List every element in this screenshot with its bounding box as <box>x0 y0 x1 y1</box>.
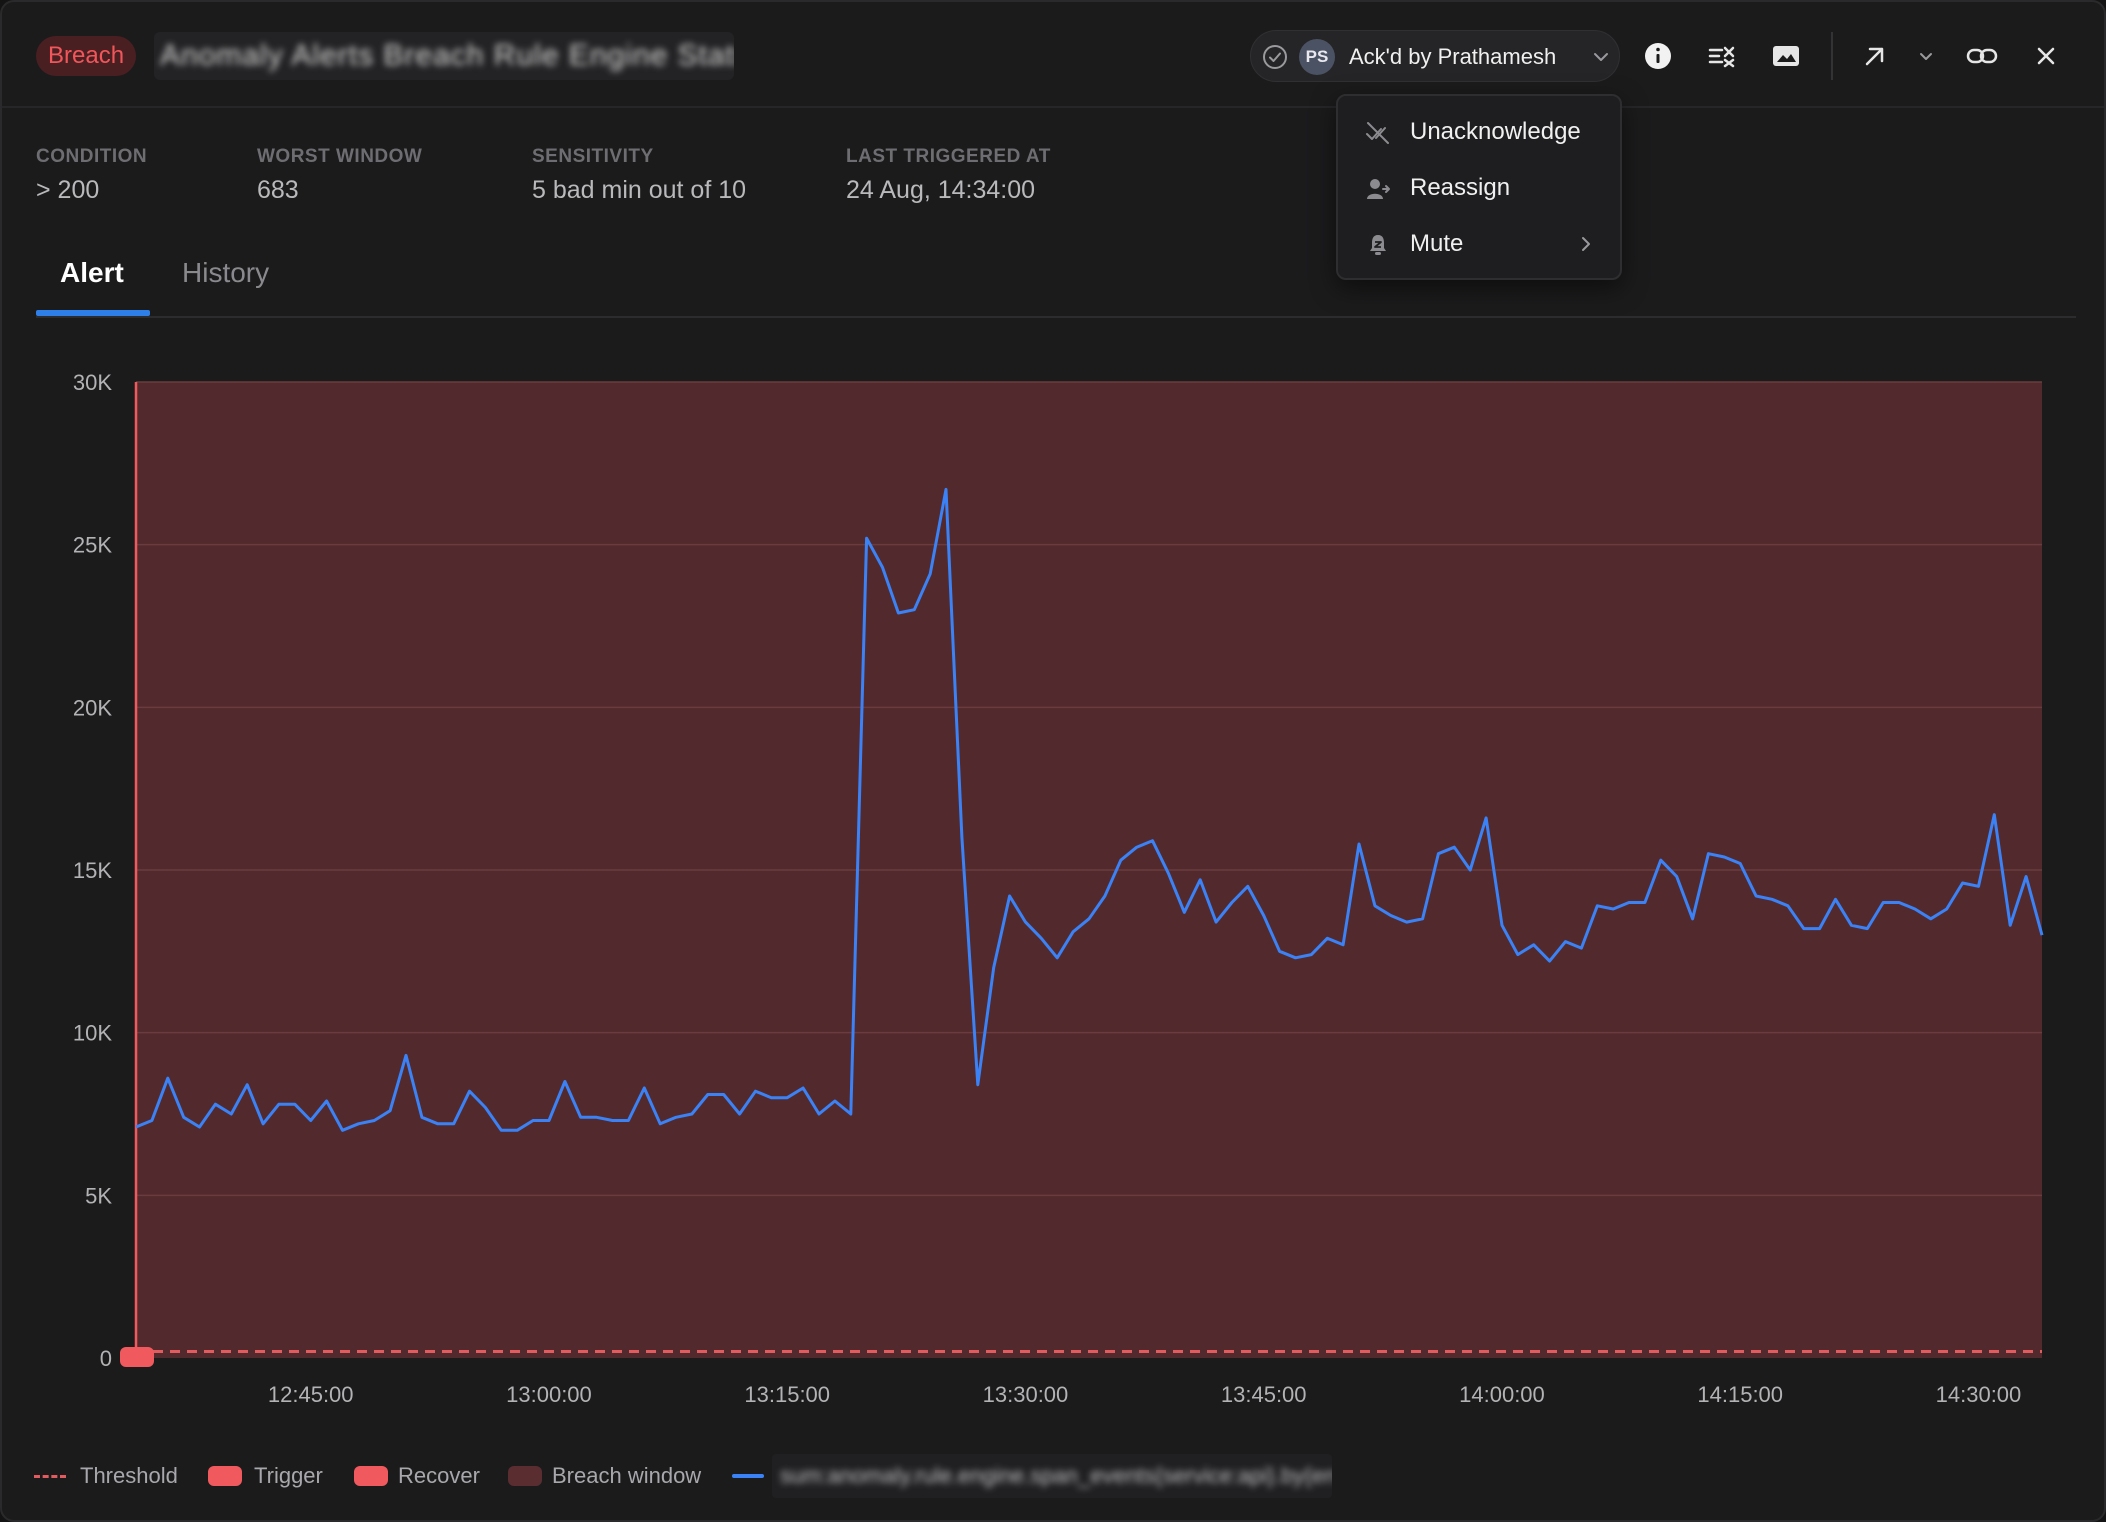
y-tick-label: 15K <box>73 858 112 883</box>
stat-worst-window: WORST WINDOW 683 <box>257 146 422 205</box>
alert-title-text: Anomaly Alerts Breach Rule Engine Status <box>160 39 734 72</box>
legend-label: Trigger <box>254 1463 323 1488</box>
alert-title: Anomaly Alerts Breach Rule Engine Status <box>154 32 734 80</box>
bell-mute-icon <box>1370 235 1386 255</box>
y-tick-label: 20K <box>73 695 112 720</box>
tab-alert[interactable]: Alert <box>60 250 124 318</box>
chevron-right-icon <box>1582 237 1590 251</box>
x-tick-label: 13:30:00 <box>983 1382 1069 1402</box>
checklist-icon <box>1708 46 1735 68</box>
stat-sensitivity: SENSITIVITY 5 bad min out of 10 <box>532 146 746 205</box>
stat-label: LAST TRIGGERED AT <box>846 146 1051 167</box>
menu-item-reassign[interactable]: Reassign <box>1338 162 1620 214</box>
y-tick-label: 10K <box>73 1021 112 1046</box>
check-circle-icon <box>1263 45 1287 69</box>
x-tick-label: 13:45:00 <box>1221 1382 1307 1402</box>
info-button[interactable] <box>1638 36 1678 76</box>
menu-item-label: Mute <box>1410 230 1464 257</box>
unacknowledge-icon <box>1366 122 1389 144</box>
reassign-icon <box>1367 179 1390 199</box>
ack-status-button[interactable]: PS Ack'd by Prathamesh <box>1250 30 1620 82</box>
x-tick-label: 13:00:00 <box>506 1382 592 1402</box>
legend-label: Breach window <box>552 1463 702 1488</box>
menu-item-label: Unacknowledge <box>1410 118 1581 145</box>
copy-link-button[interactable] <box>1962 36 2002 76</box>
trigger-marker <box>120 1347 154 1367</box>
chevron-down-icon <box>1594 53 1608 61</box>
stat-value: 5 bad min out of 10 <box>532 176 747 204</box>
tab-history[interactable]: History <box>182 250 269 318</box>
x-tick-label: 13:15:00 <box>744 1382 830 1402</box>
stat-value: 683 <box>257 176 299 204</box>
threshold-dash-swatch <box>34 1475 66 1478</box>
trigger-swatch <box>208 1466 242 1486</box>
screenshot-button[interactable] <box>1766 36 1806 76</box>
tab-bar: Alert History <box>36 250 2076 318</box>
arrow-up-right-icon <box>1865 47 1884 66</box>
stat-value: > 200 <box>36 176 100 204</box>
menu-item-mute[interactable]: Mute <box>1338 218 1620 270</box>
ack-label: Ack'd by Prathamesh <box>1349 44 1557 69</box>
chart-legend: Threshold Trigger Recover Breach window … <box>34 1454 1334 1498</box>
open-external-button[interactable] <box>1855 36 1895 76</box>
status-badge: Breach <box>36 36 137 76</box>
ack-menu: Unacknowledge Reassign Mute <box>1336 94 1622 280</box>
y-tick-label: 25K <box>73 533 112 558</box>
close-button[interactable] <box>2026 36 2066 76</box>
info-icon <box>1645 43 1671 69</box>
avatar: PS <box>1299 39 1335 75</box>
panel-header: Breach Anomaly Alerts Breach Rule Engine… <box>2 2 2104 108</box>
stat-label: WORST WINDOW <box>257 146 423 167</box>
chart-canvas: 0 5K 10K 15K 20K 25K 30K 12:45:00 13:00:00 13:15:… <box>73 370 2044 1402</box>
x-tick-label: 14:15:00 <box>1697 1382 1783 1402</box>
menu-item-unacknowledge[interactable]: Unacknowledge <box>1338 106 1620 158</box>
legend-label: Recover <box>398 1463 480 1488</box>
active-tab-indicator <box>36 310 150 316</box>
breach-window-swatch <box>508 1466 542 1486</box>
legend-series-text: sum:anomaly.rule.engine.span_events{serv… <box>780 1463 1332 1488</box>
y-tick-label: 30K <box>73 370 112 395</box>
legend-label: Threshold <box>80 1463 178 1488</box>
x-tick-label: 14:30:00 <box>1936 1382 2022 1402</box>
stat-condition: CONDITION > 200 <box>36 146 147 205</box>
series-line-swatch <box>732 1474 764 1478</box>
checklist-button[interactable] <box>1702 36 1742 76</box>
close-icon <box>2037 47 2055 65</box>
x-tick-label: 12:45:00 <box>268 1382 354 1402</box>
image-icon <box>1773 46 1799 66</box>
link-icon <box>1966 48 1998 64</box>
y-tick-label: 0 <box>100 1346 112 1371</box>
stat-value: 24 Aug, 14:34:00 <box>846 176 1036 204</box>
stat-last-triggered: LAST TRIGGERED AT 24 Aug, 14:34:00 <box>846 146 1051 205</box>
menu-item-label: Reassign <box>1410 174 1511 201</box>
legend-series-name: sum:anomaly.rule.engine.span_events{serv… <box>772 1454 1332 1498</box>
stat-label: SENSITIVITY <box>532 146 654 167</box>
open-options-dropdown[interactable] <box>1906 36 1946 76</box>
y-tick-label: 5K <box>85 1183 112 1208</box>
chevron-down-icon <box>1920 53 1932 60</box>
alert-panel: Breach Anomaly Alerts Breach Rule Engine… <box>0 0 2106 1522</box>
recover-swatch <box>354 1466 388 1486</box>
stat-label: CONDITION <box>36 146 148 167</box>
header-divider <box>1831 32 1833 80</box>
x-tick-label: 14:00:00 <box>1459 1382 1545 1402</box>
alert-chart: 0 5K 10K 15K 20K 25K 30K 12:45:00 13:00:00 13:15:… <box>2 342 2104 1402</box>
